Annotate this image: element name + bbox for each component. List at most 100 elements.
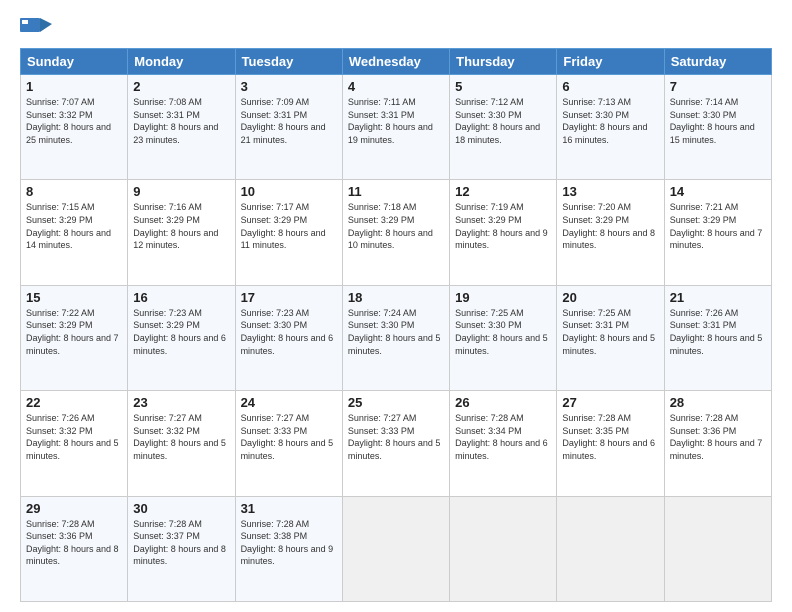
day-number: 24 (241, 395, 337, 410)
calendar-cell: 6 Sunrise: 7:13 AMSunset: 3:30 PMDaylight… (557, 75, 664, 180)
col-header-friday: Friday (557, 49, 664, 75)
day-info: Sunrise: 7:11 AMSunset: 3:31 PMDaylight:… (348, 96, 444, 146)
day-info: Sunrise: 7:28 AMSunset: 3:36 PMDaylight:… (670, 412, 766, 462)
day-number: 31 (241, 501, 337, 516)
day-info: Sunrise: 7:08 AMSunset: 3:31 PMDaylight:… (133, 96, 229, 146)
day-number: 9 (133, 184, 229, 199)
calendar-cell: 7 Sunrise: 7:14 AMSunset: 3:30 PMDaylight… (664, 75, 771, 180)
calendar-cell: 27 Sunrise: 7:28 AMSunset: 3:35 PMDayligh… (557, 391, 664, 496)
day-info: Sunrise: 7:19 AMSunset: 3:29 PMDaylight:… (455, 201, 551, 251)
day-number: 13 (562, 184, 658, 199)
day-info: Sunrise: 7:22 AMSunset: 3:29 PMDaylight:… (26, 307, 122, 357)
day-info: Sunrise: 7:25 AMSunset: 3:31 PMDaylight:… (562, 307, 658, 357)
day-number: 27 (562, 395, 658, 410)
calendar: SundayMondayTuesdayWednesdayThursdayFrid… (20, 48, 772, 602)
calendar-cell: 19Sunrise: 7:25 AMSunset: 3:30 PMDayligh… (450, 285, 557, 390)
calendar-cell: 31Sunrise: 7:28 AMSunset: 3:38 PMDayligh… (235, 496, 342, 601)
calendar-week-row: 22 Sunrise: 7:26 AMSunset: 3:32 PMDayligh… (21, 391, 772, 496)
col-header-saturday: Saturday (664, 49, 771, 75)
day-number: 3 (241, 79, 337, 94)
day-number: 11 (348, 184, 444, 199)
calendar-cell: 1Sunrise: 7:07 AMSunset: 3:32 PMDaylight… (21, 75, 128, 180)
day-info: Sunrise: 7:28 AMSunset: 3:36 PMDaylight:… (26, 518, 122, 568)
calendar-cell: 22 Sunrise: 7:26 AMSunset: 3:32 PMDayligh… (21, 391, 128, 496)
day-number: 10 (241, 184, 337, 199)
calendar-cell: 16 Sunrise: 7:23 AMSunset: 3:29 PMDayligh… (128, 285, 235, 390)
calendar-cell: 5 Sunrise: 7:12 AMSunset: 3:30 PMDaylight… (450, 75, 557, 180)
day-number: 30 (133, 501, 229, 516)
logo (20, 16, 56, 40)
calendar-week-row: 29 Sunrise: 7:28 AMSunset: 3:36 PMDayligh… (21, 496, 772, 601)
logo-icon (20, 16, 52, 40)
day-info: Sunrise: 7:14 AMSunset: 3:30 PMDaylight:… (670, 96, 766, 146)
day-number: 8 (26, 184, 122, 199)
day-info: Sunrise: 7:23 AMSunset: 3:30 PMDaylight:… (241, 307, 337, 357)
calendar-cell: 8 Sunrise: 7:15 AMSunset: 3:29 PMDaylight… (21, 180, 128, 285)
calendar-cell: 13 Sunrise: 7:20 AMSunset: 3:29 PMDayligh… (557, 180, 664, 285)
day-info: Sunrise: 7:13 AMSunset: 3:30 PMDaylight:… (562, 96, 658, 146)
day-number: 20 (562, 290, 658, 305)
day-info: Sunrise: 7:28 AMSunset: 3:35 PMDaylight:… (562, 412, 658, 462)
calendar-cell: 9 Sunrise: 7:16 AMSunset: 3:29 PMDaylight… (128, 180, 235, 285)
calendar-cell: 11 Sunrise: 7:18 AMSunset: 3:29 PMDayligh… (342, 180, 449, 285)
calendar-cell (664, 496, 771, 601)
calendar-cell: 30 Sunrise: 7:28 AMSunset: 3:37 PMDayligh… (128, 496, 235, 601)
day-info: Sunrise: 7:25 AMSunset: 3:30 PMDaylight:… (455, 307, 551, 357)
day-number: 18 (348, 290, 444, 305)
day-number: 23 (133, 395, 229, 410)
col-header-monday: Monday (128, 49, 235, 75)
day-number: 6 (562, 79, 658, 94)
day-info: Sunrise: 7:28 AMSunset: 3:37 PMDaylight:… (133, 518, 229, 568)
day-info: Sunrise: 7:20 AMSunset: 3:29 PMDaylight:… (562, 201, 658, 251)
day-number: 15 (26, 290, 122, 305)
day-info: Sunrise: 7:17 AMSunset: 3:29 PMDaylight:… (241, 201, 337, 251)
day-info: Sunrise: 7:26 AMSunset: 3:31 PMDaylight:… (670, 307, 766, 357)
day-number: 16 (133, 290, 229, 305)
calendar-cell: 24 Sunrise: 7:27 AMSunset: 3:33 PMDayligh… (235, 391, 342, 496)
day-info: Sunrise: 7:27 AMSunset: 3:33 PMDaylight:… (241, 412, 337, 462)
day-info: Sunrise: 7:27 AMSunset: 3:32 PMDaylight:… (133, 412, 229, 462)
calendar-cell: 2 Sunrise: 7:08 AMSunset: 3:31 PMDaylight… (128, 75, 235, 180)
calendar-cell: 20 Sunrise: 7:25 AMSunset: 3:31 PMDayligh… (557, 285, 664, 390)
day-number: 7 (670, 79, 766, 94)
day-info: Sunrise: 7:24 AMSunset: 3:30 PMDaylight:… (348, 307, 444, 357)
header (20, 16, 772, 40)
day-number: 26 (455, 395, 551, 410)
calendar-week-row: 15 Sunrise: 7:22 AMSunset: 3:29 PMDayligh… (21, 285, 772, 390)
day-number: 4 (348, 79, 444, 94)
calendar-cell (450, 496, 557, 601)
day-info: Sunrise: 7:26 AMSunset: 3:32 PMDaylight:… (26, 412, 122, 462)
calendar-cell: 28 Sunrise: 7:28 AMSunset: 3:36 PMDayligh… (664, 391, 771, 496)
day-number: 12 (455, 184, 551, 199)
day-info: Sunrise: 7:15 AMSunset: 3:29 PMDaylight:… (26, 201, 122, 251)
col-header-wednesday: Wednesday (342, 49, 449, 75)
calendar-cell: 29 Sunrise: 7:28 AMSunset: 3:36 PMDayligh… (21, 496, 128, 601)
day-info: Sunrise: 7:12 AMSunset: 3:30 PMDaylight:… (455, 96, 551, 146)
col-header-thursday: Thursday (450, 49, 557, 75)
calendar-cell: 21 Sunrise: 7:26 AMSunset: 3:31 PMDayligh… (664, 285, 771, 390)
calendar-week-row: 1Sunrise: 7:07 AMSunset: 3:32 PMDaylight… (21, 75, 772, 180)
day-number: 14 (670, 184, 766, 199)
day-number: 17 (241, 290, 337, 305)
day-info: Sunrise: 7:21 AMSunset: 3:29 PMDaylight:… (670, 201, 766, 251)
calendar-cell: 23 Sunrise: 7:27 AMSunset: 3:32 PMDayligh… (128, 391, 235, 496)
day-number: 2 (133, 79, 229, 94)
day-info: Sunrise: 7:18 AMSunset: 3:29 PMDaylight:… (348, 201, 444, 251)
col-header-sunday: Sunday (21, 49, 128, 75)
calendar-cell (342, 496, 449, 601)
col-header-tuesday: Tuesday (235, 49, 342, 75)
calendar-cell: 17 Sunrise: 7:23 AMSunset: 3:30 PMDayligh… (235, 285, 342, 390)
calendar-cell: 10 Sunrise: 7:17 AMSunset: 3:29 PMDayligh… (235, 180, 342, 285)
calendar-header-row: SundayMondayTuesdayWednesdayThursdayFrid… (21, 49, 772, 75)
calendar-week-row: 8 Sunrise: 7:15 AMSunset: 3:29 PMDaylight… (21, 180, 772, 285)
day-info: Sunrise: 7:23 AMSunset: 3:29 PMDaylight:… (133, 307, 229, 357)
day-number: 5 (455, 79, 551, 94)
day-info: Sunrise: 7:16 AMSunset: 3:29 PMDaylight:… (133, 201, 229, 251)
day-info: Sunrise: 7:27 AMSunset: 3:33 PMDaylight:… (348, 412, 444, 462)
calendar-cell: 12 Sunrise: 7:19 AMSunset: 3:29 PMDayligh… (450, 180, 557, 285)
calendar-cell (557, 496, 664, 601)
day-number: 29 (26, 501, 122, 516)
day-number: 22 (26, 395, 122, 410)
day-number: 28 (670, 395, 766, 410)
day-number: 21 (670, 290, 766, 305)
